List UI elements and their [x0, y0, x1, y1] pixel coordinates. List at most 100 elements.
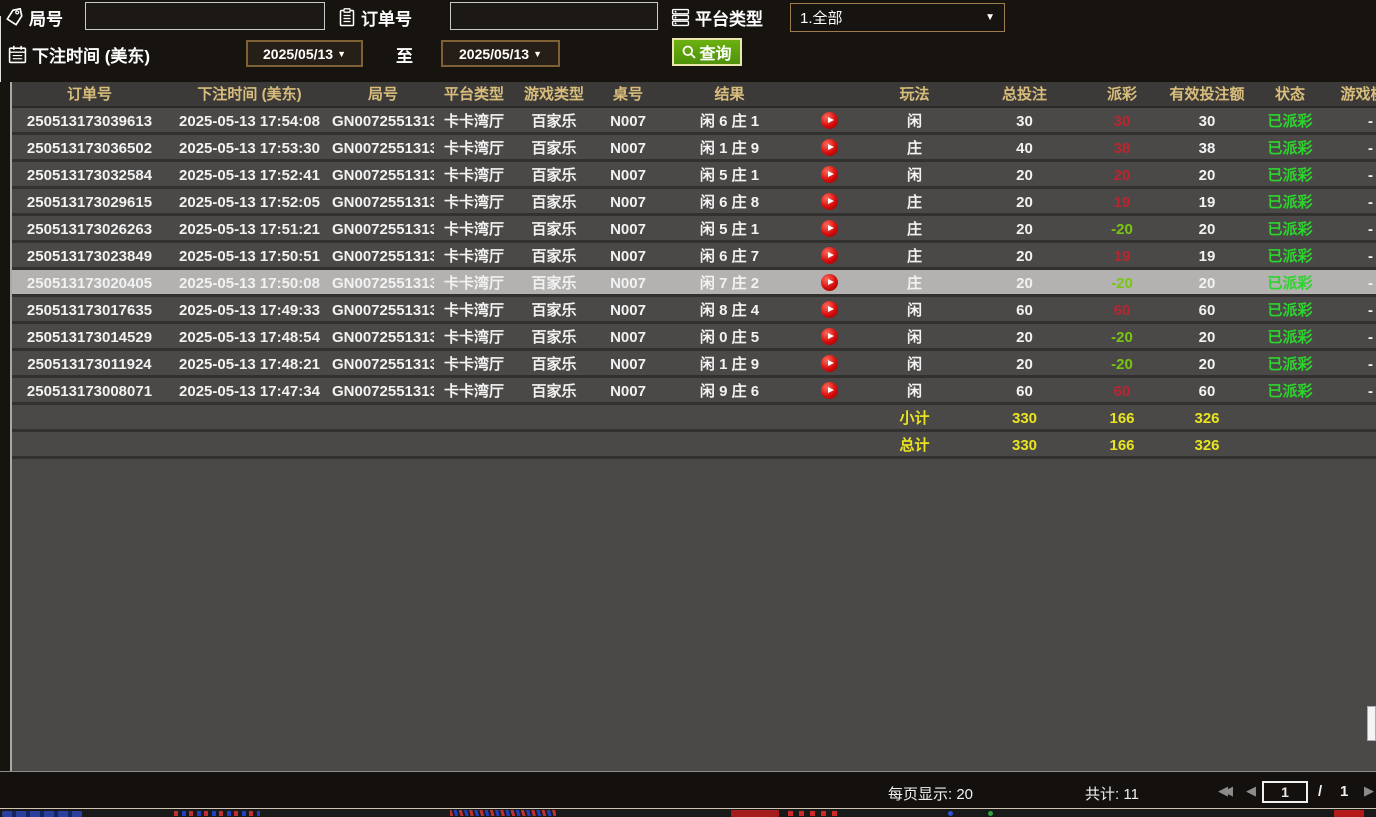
total-count-text: 共计: 11 [1085, 783, 1139, 804]
cell-status: 已派彩 [1252, 216, 1328, 240]
page-number-input[interactable]: 1 [1262, 781, 1308, 803]
cell-game-mode: - [1328, 378, 1376, 402]
chevron-down-icon: ▼ [337, 49, 346, 59]
cell-table-no: N007 [594, 108, 662, 132]
cell-result: 闲 1 庄 9 [662, 135, 797, 159]
date-from-select[interactable]: 2025/05/13 ▼ [246, 40, 363, 67]
calendar-icon [8, 45, 27, 64]
cell-valid-bet: 30 [1162, 108, 1252, 132]
prev-page-button[interactable]: ◀ [1246, 783, 1256, 798]
replay-play-icon [821, 355, 838, 372]
cell-table-no: N007 [594, 216, 662, 240]
cell-game-type: 百家乐 [514, 162, 594, 186]
cell-bet-time: 2025-05-13 17:52:05 [167, 189, 332, 213]
cell-empty [167, 405, 332, 429]
play-triangle-icon [828, 279, 834, 285]
replay-button[interactable] [797, 216, 862, 240]
table-row[interactable]: 2505131730365022025-05-13 17:53:30GN0072… [12, 135, 1376, 162]
header-status: 状态 [1252, 82, 1328, 106]
replay-button[interactable] [797, 135, 862, 159]
cell-table-no: N007 [594, 351, 662, 375]
grand-total-valid-bet: 326 [1162, 432, 1252, 456]
cell-platform: 卡卡湾厅 [434, 297, 514, 321]
header-table-no: 桌号 [594, 82, 662, 106]
replay-button[interactable] [797, 189, 862, 213]
platform-type-label: 平台类型 [671, 5, 763, 30]
table-row[interactable]: 2505131730262632025-05-13 17:51:21GN0072… [12, 216, 1376, 243]
cell-payout: 20 [1082, 162, 1162, 186]
play-triangle-icon [828, 198, 834, 204]
underlying-roadmap-stripes [450, 810, 556, 816]
cell-round-id: GN00725513134 [332, 351, 434, 375]
replay-play-icon [821, 220, 838, 237]
table-row[interactable]: 2505131730119242025-05-13 17:48:21GN0072… [12, 351, 1376, 378]
replay-button[interactable] [797, 324, 862, 348]
pagination-bar: 每页显示: 20 共计: 11 ◀◀ ◀ 1 / 1 ▶ [0, 771, 1376, 808]
underlying-roadmap-dots [174, 811, 260, 816]
cell-order-id: 250513173036502 [12, 135, 167, 159]
first-page-button[interactable]: ◀◀ [1218, 783, 1228, 798]
replay-play-icon [821, 112, 838, 129]
cell-valid-bet: 20 [1162, 351, 1252, 375]
cell-round-id: GN00725513137 [332, 270, 434, 294]
play-triangle-icon [828, 252, 834, 258]
page-separator: / [1318, 783, 1322, 800]
cell-total-bet: 20 [967, 189, 1082, 213]
cell-game-mode: - [1328, 108, 1376, 132]
cell-status: 已派彩 [1252, 324, 1328, 348]
cell-order-id: 250513173011924 [12, 351, 167, 375]
platform-type-label-text: 平台类型 [695, 5, 763, 30]
tag-icon [5, 8, 24, 27]
cell-play: 庄 [862, 243, 967, 267]
table-row[interactable]: 2505131730080712025-05-13 17:47:34GN0072… [12, 378, 1376, 405]
replay-button[interactable] [797, 108, 862, 132]
header-order-id: 订单号 [12, 82, 167, 106]
replay-play-icon [821, 382, 838, 399]
cell-game-mode: - [1328, 351, 1376, 375]
replay-button[interactable] [797, 378, 862, 402]
cell-bet-time: 2025-05-13 17:51:21 [167, 216, 332, 240]
replay-button[interactable] [797, 162, 862, 186]
header-round-id: 局号 [332, 82, 434, 106]
cell-play: 庄 [862, 270, 967, 294]
cell-payout: 30 [1082, 108, 1162, 132]
table-row[interactable]: 2505131730176352025-05-13 17:49:33GN0072… [12, 297, 1376, 324]
replay-button[interactable] [797, 351, 862, 375]
cell-result: 闲 6 庄 8 [662, 189, 797, 213]
cell-game-type: 百家乐 [514, 243, 594, 267]
cell-play: 闲 [862, 297, 967, 321]
table-row[interactable]: 2505131730325842025-05-13 17:52:41GN0072… [12, 162, 1376, 189]
next-page-button[interactable]: ▶ [1364, 783, 1374, 798]
per-page-text: 每页显示: 20 [888, 783, 973, 804]
table-row[interactable]: 2505131730238492025-05-13 17:50:51GN0072… [12, 243, 1376, 270]
underlying-blue-dot [948, 811, 953, 816]
cell-status: 已派彩 [1252, 378, 1328, 402]
cell-result: 闲 8 庄 4 [662, 297, 797, 321]
cell-total-bet: 20 [967, 270, 1082, 294]
cell-status: 已派彩 [1252, 243, 1328, 267]
table-row[interactable]: 2505131730396132025-05-13 17:54:08GN0072… [12, 108, 1376, 135]
underlying-green-dot [988, 811, 993, 816]
replay-button[interactable] [797, 297, 862, 321]
table-row[interactable]: 2505131730296152025-05-13 17:52:05GN0072… [12, 189, 1376, 216]
cell-valid-bet: 38 [1162, 135, 1252, 159]
cell-empty [662, 405, 797, 429]
cell-empty [332, 405, 434, 429]
round-number-input[interactable] [85, 2, 325, 30]
platform-type-select[interactable]: 1.全部 ▼ [790, 3, 1005, 32]
table-row[interactable]: 2505131730145292025-05-13 17:48:54GN0072… [12, 324, 1376, 351]
cell-order-id: 250513173039613 [12, 108, 167, 132]
replay-button[interactable] [797, 270, 862, 294]
replay-button[interactable] [797, 243, 862, 267]
order-number-input[interactable] [450, 2, 658, 30]
query-button[interactable]: 查询 [672, 38, 742, 66]
table-row-selected[interactable]: 2505131730204052025-05-13 17:50:08GN0072… [12, 270, 1376, 297]
order-number-label: 订单号 [338, 5, 412, 30]
play-triangle-icon [828, 144, 834, 150]
subtotal-valid-bet: 326 [1162, 405, 1252, 429]
date-to-select[interactable]: 2025/05/13 ▼ [441, 40, 560, 67]
scrollbar-thumb-fragment[interactable] [1367, 706, 1376, 741]
cell-status: 已派彩 [1252, 270, 1328, 294]
query-button-label: 查询 [699, 40, 731, 64]
replay-play-icon [821, 328, 838, 345]
